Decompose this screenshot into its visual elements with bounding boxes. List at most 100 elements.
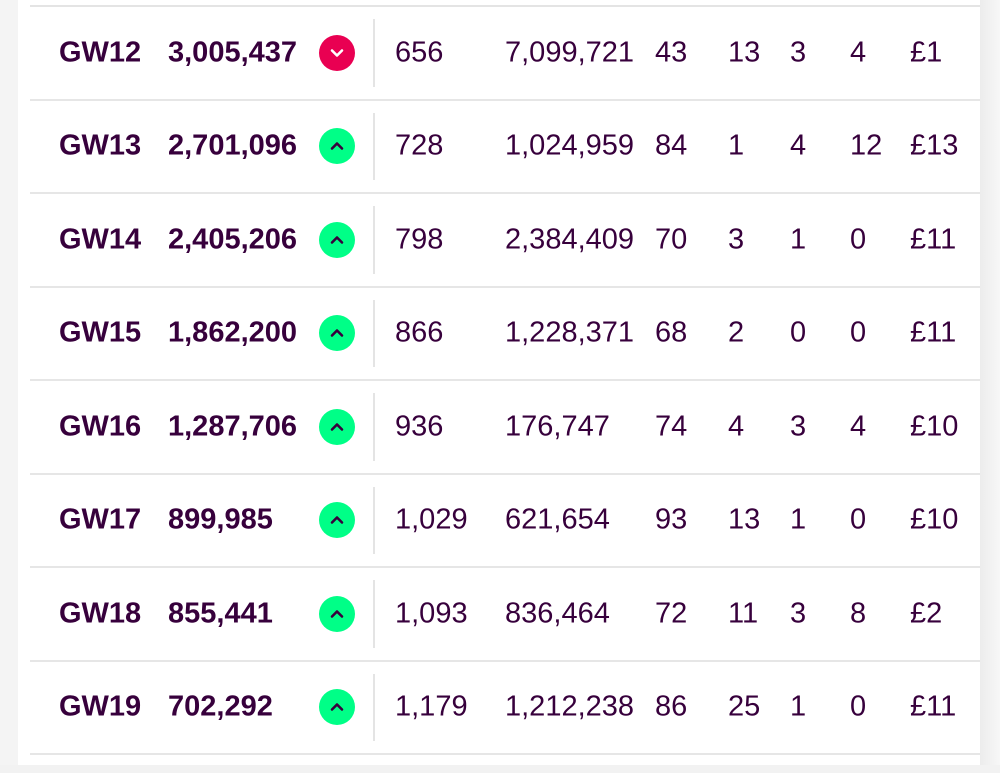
team-value: £10: [910, 410, 959, 443]
stat-col-3: 1: [790, 503, 807, 536]
column-divider: [373, 580, 375, 648]
gameweek-rank: 1,024,959: [505, 129, 635, 162]
gameweek-label: GW19: [59, 690, 142, 723]
chevron-up-icon: [319, 408, 355, 445]
gameweek-label: GW16: [59, 410, 142, 443]
column-divider: [373, 206, 375, 274]
gameweek-rank: 1,212,238: [505, 690, 635, 723]
stat-col-4: 0: [850, 223, 867, 256]
stat-col-1: 84: [655, 129, 688, 162]
gameweek-points: 936: [395, 410, 444, 443]
stat-col-1: 72: [655, 597, 688, 630]
stat-col-1: 86: [655, 690, 688, 723]
overall-rank: 1,287,706: [168, 410, 298, 443]
column-divider: [373, 486, 375, 554]
gameweek-history-page: GW12 3,005,437 656 7,099,721 43 13 3 4 £…: [0, 0, 1000, 773]
chevron-up-icon: [319, 315, 355, 352]
table-row: GW19 702,292 1,179 1,212,238 86 25 1 0 £…: [30, 662, 980, 755]
gameweek-label: GW12: [59, 36, 142, 69]
stat-col-4: 0: [850, 503, 867, 536]
stat-col-4: 4: [850, 36, 867, 69]
stat-col-2: 13: [728, 36, 761, 69]
table-row: GW15 1,862,200 866 1,228,371 68 2 0 0 £1…: [30, 288, 980, 381]
column-divider: [373, 299, 375, 367]
gameweek-history-table: GW12 3,005,437 656 7,099,721 43 13 3 4 £…: [30, 5, 980, 755]
gameweek-label: GW14: [59, 223, 142, 256]
table-row: GW14 2,405,206 798 2,384,409 70 3 1 0 £1…: [30, 194, 980, 288]
gameweek-rank: 621,654: [505, 503, 610, 536]
stat-col-4: 12: [850, 129, 883, 162]
gameweek-points: 1,093: [395, 597, 468, 630]
team-value: £11: [910, 690, 957, 723]
stat-col-2: 13: [728, 503, 761, 536]
overall-rank: 3,005,437: [168, 36, 298, 69]
chevron-up-icon: [319, 689, 355, 726]
left-gutter: [0, 0, 18, 773]
gameweek-points: 1,179: [395, 690, 468, 723]
team-value: £11: [910, 223, 957, 256]
column-divider: [373, 673, 375, 741]
gameweek-label: GW15: [59, 316, 142, 349]
gameweek-points: 1,029: [395, 503, 468, 536]
column-divider: [373, 112, 375, 180]
table-row: GW17 899,985 1,029 621,654 93 13 1 0 £10: [30, 475, 980, 568]
gameweek-rank: 176,747: [505, 410, 610, 443]
stat-col-2: 25: [728, 690, 761, 723]
team-value: £10: [910, 503, 959, 536]
overall-rank: 2,405,206: [168, 223, 298, 256]
stat-col-3: 0: [790, 316, 807, 349]
team-value: £11: [910, 316, 957, 349]
table-row: GW18 855,441 1,093 836,464 72 11 3 8 £2: [30, 568, 980, 662]
gameweek-points: 798: [395, 223, 444, 256]
team-value: £2: [910, 597, 943, 630]
gameweek-rank: 1,228,371: [505, 316, 635, 349]
stat-col-4: 0: [850, 316, 867, 349]
stat-col-1: 43: [655, 36, 688, 69]
stat-col-2: 11: [728, 597, 759, 630]
stat-col-1: 68: [655, 316, 688, 349]
gameweek-rank: 2,384,409: [505, 223, 635, 256]
gameweek-label: GW13: [59, 129, 142, 162]
chevron-up-icon: [319, 502, 355, 539]
overall-rank: 855,441: [168, 597, 273, 630]
team-value: £13: [910, 129, 959, 162]
team-value: £1: [910, 36, 943, 69]
stat-col-3: 3: [790, 410, 807, 443]
gameweek-label: GW18: [59, 597, 142, 630]
table-row: GW12 3,005,437 656 7,099,721 43 13 3 4 £…: [30, 7, 980, 101]
stat-col-3: 3: [790, 597, 807, 630]
gameweek-rank: 7,099,721: [505, 36, 635, 69]
stat-col-3: 4: [790, 129, 807, 162]
table-row: GW16 1,287,706 936 176,747 74 4 3 4 £10: [30, 381, 980, 475]
gameweek-label: GW17: [59, 503, 142, 536]
overall-rank: 702,292: [168, 690, 273, 723]
stat-col-1: 74: [655, 410, 688, 443]
gameweek-rank: 836,464: [505, 597, 610, 630]
stat-col-1: 93: [655, 503, 688, 536]
overall-rank: 2,701,096: [168, 129, 298, 162]
column-divider: [373, 19, 375, 87]
overall-rank: 1,862,200: [168, 316, 298, 349]
stat-col-2: 1: [728, 129, 745, 162]
chevron-up-icon: [319, 221, 355, 258]
stat-col-2: 2: [728, 316, 745, 349]
stat-col-3: 1: [790, 223, 807, 256]
gameweek-points: 656: [395, 36, 444, 69]
overall-rank: 899,985: [168, 503, 273, 536]
stat-col-3: 1: [790, 690, 807, 723]
right-scroll-edge: [980, 0, 1000, 773]
stat-col-2: 3: [728, 223, 745, 256]
stat-col-4: 4: [850, 410, 867, 443]
gameweek-points: 866: [395, 316, 444, 349]
stat-col-3: 3: [790, 36, 807, 69]
chevron-down-icon: [319, 34, 355, 71]
stat-col-1: 70: [655, 223, 688, 256]
stat-col-2: 4: [728, 410, 745, 443]
chevron-up-icon: [319, 595, 355, 632]
chevron-up-icon: [319, 128, 355, 165]
stat-col-4: 8: [850, 597, 867, 630]
gameweek-points: 728: [395, 129, 444, 162]
stat-col-4: 0: [850, 690, 867, 723]
table-row: GW13 2,701,096 728 1,024,959 84 1 4 12 £…: [30, 101, 980, 194]
bottom-strip: [0, 765, 1000, 773]
